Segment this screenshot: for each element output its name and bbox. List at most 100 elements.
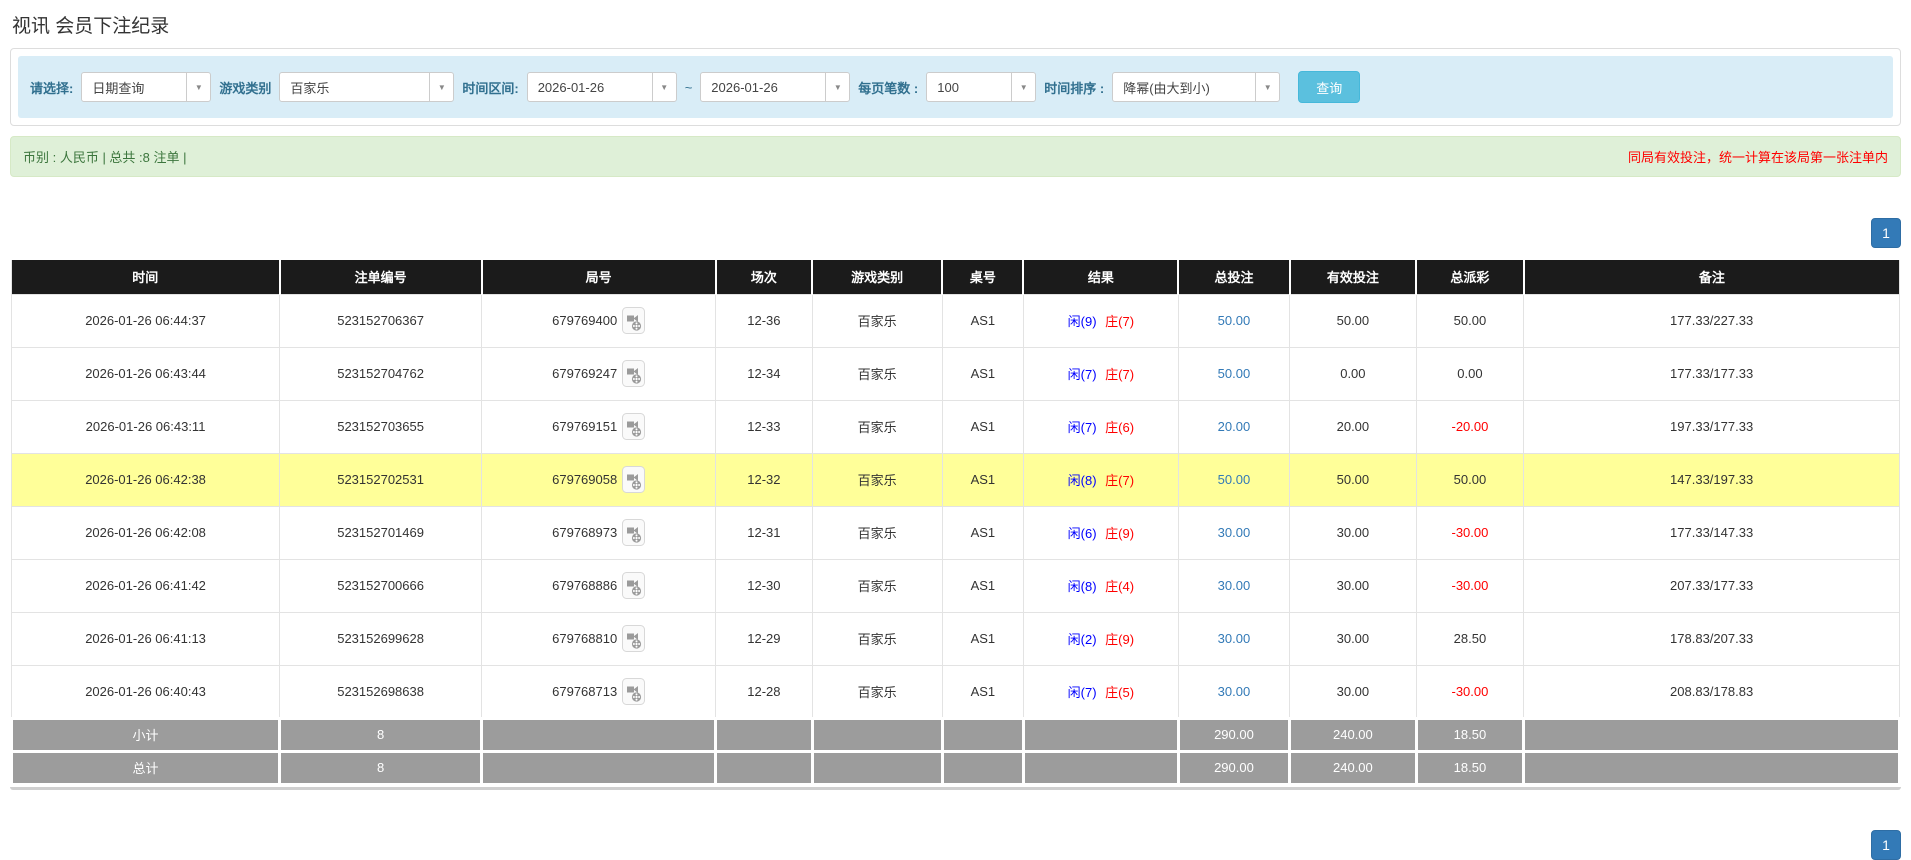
video-file-icon	[622, 625, 646, 652]
cell-session: 12-33	[715, 399, 813, 454]
date-from-value: 2026-01-26	[537, 79, 605, 95]
empty-cell	[810, 716, 944, 753]
result-player: 闲(7)	[1067, 420, 1097, 435]
bet-records-table: 时间 注单编号 局号 场次 游戏类别 桌号 结果 总投注 有效投注 总派彩 备注…	[9, 260, 1901, 786]
total-bet-link[interactable]: 30.00	[1218, 578, 1251, 593]
col-game-type: 游戏类别	[810, 260, 944, 294]
table-footer: 小计 8 290.00 240.00 18.50 总计 8 290.00 240…	[9, 716, 1901, 786]
cell-valid-bet: 30.00	[1289, 505, 1417, 560]
cell-time: 2026-01-26 06:42:08	[10, 505, 281, 560]
table-row: 2026-01-26 06:40:43 523152698638 6797687…	[10, 664, 1900, 719]
cell-game-type: 百家乐	[811, 505, 943, 560]
empty-cell	[480, 749, 718, 786]
cell-game-type: 百家乐	[811, 346, 943, 401]
cell-session: 12-32	[715, 452, 813, 507]
game-type-value: 百家乐	[290, 80, 330, 96]
empty-cell	[1522, 716, 1901, 753]
date-from-select[interactable]: 2026-01-26 ▼	[526, 72, 677, 102]
cell-session: 12-36	[715, 293, 813, 348]
col-remark: 备注	[1522, 260, 1900, 294]
cell-bet-no: 523152698638	[279, 664, 483, 719]
cell-valid-bet: 50.00	[1289, 293, 1417, 348]
cell-session: 12-30	[715, 558, 813, 613]
round-number: 679769247	[552, 366, 618, 381]
cell-bet-no: 523152706367	[279, 293, 483, 348]
table-row: 2026-01-26 06:42:38 523152702531 6797690…	[10, 452, 1900, 507]
video-replay-button[interactable]	[622, 307, 646, 334]
video-replay-button[interactable]	[622, 572, 646, 599]
cell-result: 闲(6) 庄(9)	[1022, 505, 1179, 560]
empty-cell	[1021, 749, 1180, 786]
total-bet-link[interactable]: 50.00	[1218, 472, 1251, 487]
summary-note-text: 同局有效投注，统一计算在该局第一张注单内	[1627, 150, 1888, 165]
video-replay-button[interactable]	[622, 413, 646, 440]
table-row: 2026-01-26 06:41:42 523152700666 6797688…	[10, 558, 1900, 613]
filter-bar: 请选择: 日期查询 ▼ 游戏类别 百家乐 ▼ 时间区间: 2026-01-26 …	[18, 56, 1893, 118]
chevron-down-icon: ▼	[825, 73, 849, 101]
result-banker: 庄(4)	[1105, 579, 1135, 594]
subtotal-count: 8	[278, 716, 484, 753]
cell-remark: 207.33/177.33	[1523, 558, 1900, 613]
video-replay-button[interactable]	[622, 677, 646, 705]
cell-valid-bet: 50.00	[1289, 452, 1417, 507]
total-bet-link[interactable]: 30.00	[1218, 684, 1251, 699]
cell-round-no: 679769151	[481, 399, 717, 454]
game-type-label: 游戏类别	[219, 80, 272, 96]
cell-payout: 28.50	[1415, 611, 1525, 666]
cell-bet-no: 523152699628	[279, 611, 483, 666]
video-file-icon	[622, 677, 646, 705]
result-banker: 庄(9)	[1105, 526, 1135, 541]
total-bet-link[interactable]: 50.00	[1218, 366, 1251, 381]
cell-round-no: 679769247	[481, 346, 717, 401]
cell-remark: 177.33/147.33	[1523, 505, 1900, 560]
cell-round-no: 679768886	[481, 558, 717, 613]
cell-total-bet: 30.00	[1177, 558, 1291, 613]
cell-valid-bet: 20.00	[1289, 399, 1417, 454]
video-replay-button[interactable]	[622, 466, 646, 493]
table-row: 2026-01-26 06:41:13 523152699628 6797688…	[10, 611, 1900, 666]
time-sort-select[interactable]: 降幂(由大到小) ▼	[1112, 72, 1281, 102]
date-to-select[interactable]: 2026-01-26 ▼	[700, 72, 851, 102]
cell-payout: 50.00	[1415, 293, 1525, 348]
search-button[interactable]: 查询	[1298, 71, 1361, 103]
total-bet-link[interactable]: 30.00	[1218, 631, 1251, 646]
total-bet-link[interactable]: 30.00	[1218, 525, 1251, 540]
result-banker: 庄(5)	[1105, 684, 1135, 700]
query-type-select[interactable]: 日期查询 ▼	[81, 72, 212, 102]
cell-table-no: AS1	[941, 399, 1024, 454]
col-session: 场次	[714, 260, 814, 294]
table-body: 2026-01-26 06:44:37 523152706367 6797694…	[10, 293, 1900, 719]
cell-remark: 177.33/227.33	[1523, 293, 1900, 348]
cell-session: 12-29	[715, 611, 813, 666]
select-type-label: 请选择:	[30, 80, 74, 96]
query-type-value: 日期查询	[92, 80, 145, 96]
total-bet-link[interactable]: 20.00	[1218, 419, 1251, 434]
cell-session: 12-31	[715, 505, 813, 560]
total-bet-link[interactable]: 50.00	[1218, 313, 1251, 328]
summary-bar: 币别 : 人民币 | 总共 :8 注单 | 同局有效投注，统一计算在该局第一张注…	[10, 136, 1901, 177]
cell-payout: -30.00	[1415, 558, 1525, 613]
empty-cell	[714, 716, 814, 753]
video-replay-button[interactable]	[622, 519, 646, 546]
table-bottom-shadow	[10, 786, 1901, 790]
game-type-select[interactable]: 百家乐 ▼	[279, 72, 455, 102]
cell-time: 2026-01-26 06:41:42	[10, 558, 281, 613]
empty-cell	[1021, 716, 1180, 753]
page-size-select[interactable]: 100 ▼	[926, 72, 1037, 102]
chevron-down-icon: ▼	[429, 73, 453, 101]
pagination-page-button[interactable]: 1	[1871, 218, 1901, 248]
cell-game-type: 百家乐	[811, 293, 943, 348]
cell-round-no: 679769058	[481, 452, 717, 507]
col-bet-no: 注单编号	[278, 260, 483, 294]
pagination-page-button[interactable]: 1	[1871, 829, 1901, 860]
cell-time: 2026-01-26 06:40:43	[10, 664, 281, 719]
cell-time: 2026-01-26 06:44:37	[10, 293, 281, 348]
video-file-icon	[622, 519, 646, 546]
video-replay-button[interactable]	[622, 360, 646, 387]
video-replay-button[interactable]	[622, 625, 646, 652]
result-banker: 庄(7)	[1105, 367, 1135, 382]
time-sort-value: 降幂(由大到小)	[1123, 80, 1210, 96]
cell-round-no: 679768973	[481, 505, 717, 560]
grand-total-payout: 18.50	[1414, 749, 1526, 786]
result-banker: 庄(9)	[1105, 632, 1135, 647]
